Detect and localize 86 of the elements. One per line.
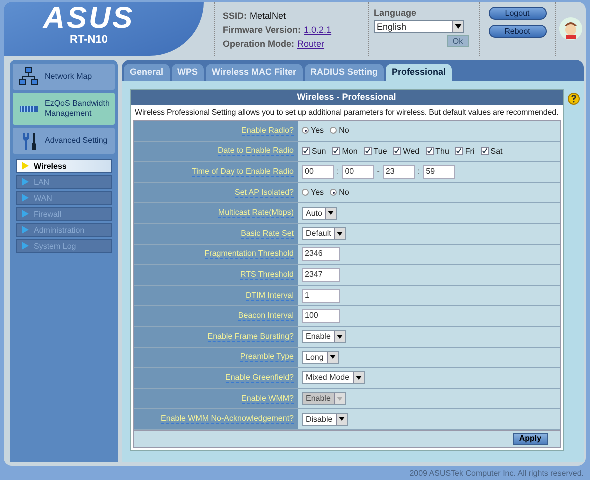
checkbox[interactable] <box>393 147 402 156</box>
checkbox[interactable] <box>364 147 372 156</box>
setting-label: Beacon Interval <box>238 311 294 322</box>
copyright-text: 2009 ASUSTek Computer Inc. All rights reserved. <box>410 468 584 478</box>
separator-text: - <box>377 167 380 176</box>
separator-text: : <box>337 167 340 176</box>
radio-button[interactable] <box>302 127 309 134</box>
ssid-label: SSID: <box>223 11 248 21</box>
setting-label: Enable Radio? <box>242 126 294 136</box>
dropdown-icon <box>337 232 344 236</box>
reboot-button[interactable]: Reboot <box>488 25 546 38</box>
checkbox[interactable] <box>480 147 489 156</box>
radio-button[interactable] <box>330 127 338 134</box>
sidebar-item[interactable]: EzQoS Bandwidth Management <box>13 93 115 125</box>
description-text: Wireless Professional Setting allows you to set up additional parameters for wireless. But default values are recommended. <box>134 107 560 119</box>
time-field[interactable]: 00 <box>342 164 374 179</box>
option-label: Sat <box>490 146 503 156</box>
submenu-item[interactable]: Wireless <box>16 159 112 173</box>
dropdown-icon <box>356 376 362 380</box>
setting-label: Enable Frame Bursting? <box>208 332 294 342</box>
setting-label: Enable WMM? <box>242 394 294 404</box>
option-label: Tue <box>374 146 388 156</box>
checkbox[interactable] <box>302 147 310 156</box>
dropdown-icon <box>328 211 334 216</box>
setting-label: Enable WMM No-Acknowledgement? <box>161 414 294 424</box>
dropdown-field[interactable]: Auto <box>302 206 338 220</box>
sidebar-item[interactable]: Network Map <box>13 64 115 90</box>
apply-button[interactable]: Apply <box>513 432 548 445</box>
setting-label: Fragmentation Threshold <box>204 249 294 260</box>
checkbox[interactable] <box>426 147 434 156</box>
setting-label: Multicast Rate(Mbps) <box>218 208 294 218</box>
checkbox[interactable] <box>455 147 464 156</box>
dropdown-icon <box>336 396 343 401</box>
setting-label: DTIM Interval <box>246 290 294 301</box>
logout-button[interactable]: Logout <box>488 7 546 20</box>
firmware-label: Firmware Version: <box>223 25 302 35</box>
separator-text: : <box>418 167 420 176</box>
dropdown-field[interactable]: Disable <box>302 412 348 426</box>
setting-label: Enable Greenfield? <box>226 372 294 383</box>
setting-label: Preamble Type <box>240 352 294 362</box>
dropdown-field[interactable]: Default <box>302 227 346 240</box>
mascot-icon <box>559 17 583 41</box>
tab[interactable]: Professional <box>386 64 452 81</box>
dropdown-icon <box>336 334 343 339</box>
language-select[interactable]: English <box>374 20 464 33</box>
mode-link[interactable]: Router <box>298 39 325 49</box>
option-label: No <box>339 126 350 136</box>
setting-label: Time of Day to Enable Radio <box>192 166 294 177</box>
option-label: Yes <box>311 126 324 136</box>
input-field[interactable]: 2347 <box>302 268 340 282</box>
option-label: Thu <box>436 146 450 156</box>
option-label: Mon <box>342 146 358 156</box>
ssid-value: MetalNet <box>250 11 286 21</box>
setting-label: RTS Threshold <box>240 270 294 280</box>
dropdown-icon <box>338 417 345 422</box>
mode-label: Operation Mode: <box>223 39 294 49</box>
dropdown-field[interactable]: Enable <box>302 330 346 344</box>
dropdown-icon <box>330 355 336 360</box>
checkbox[interactable] <box>332 147 340 156</box>
dropdown-field[interactable]: Mixed Mode <box>302 371 365 384</box>
radio-button[interactable] <box>302 189 309 196</box>
firmware-link[interactable]: 1.0.2.1 <box>304 25 332 35</box>
setting-label: Basic Rate Set <box>241 228 294 239</box>
option-label: Wed <box>403 146 420 156</box>
time-field[interactable]: 23 <box>382 164 415 179</box>
dropdown-icon <box>454 24 462 29</box>
sidebar-item[interactable]: Advanced Setting <box>13 128 115 154</box>
setting-label: Set AP Isolated? <box>234 188 294 198</box>
radio-button[interactable] <box>330 189 338 196</box>
brand-logo: ASUS <box>43 4 135 34</box>
time-field[interactable]: 00 <box>302 164 334 179</box>
input-field[interactable]: 2346 <box>302 247 340 262</box>
time-field[interactable]: 59 <box>423 164 456 179</box>
help-icon[interactable] <box>568 93 580 105</box>
setting-label: Date to Enable Radio <box>218 146 294 156</box>
panel-title: Wireless - Professional <box>131 90 563 105</box>
input-field[interactable]: 100 <box>302 309 340 324</box>
option-label: Fri <box>465 146 475 156</box>
network-icon <box>19 67 39 87</box>
language-label: Language <box>374 8 418 18</box>
model-name: RT-N10 <box>70 34 108 46</box>
option-label: Sun <box>312 146 326 156</box>
option-label: No <box>339 188 350 198</box>
dropdown-field[interactable]: Long <box>302 350 339 364</box>
option-label: Yes <box>311 188 324 198</box>
input-field[interactable]: 1 <box>302 288 340 303</box>
